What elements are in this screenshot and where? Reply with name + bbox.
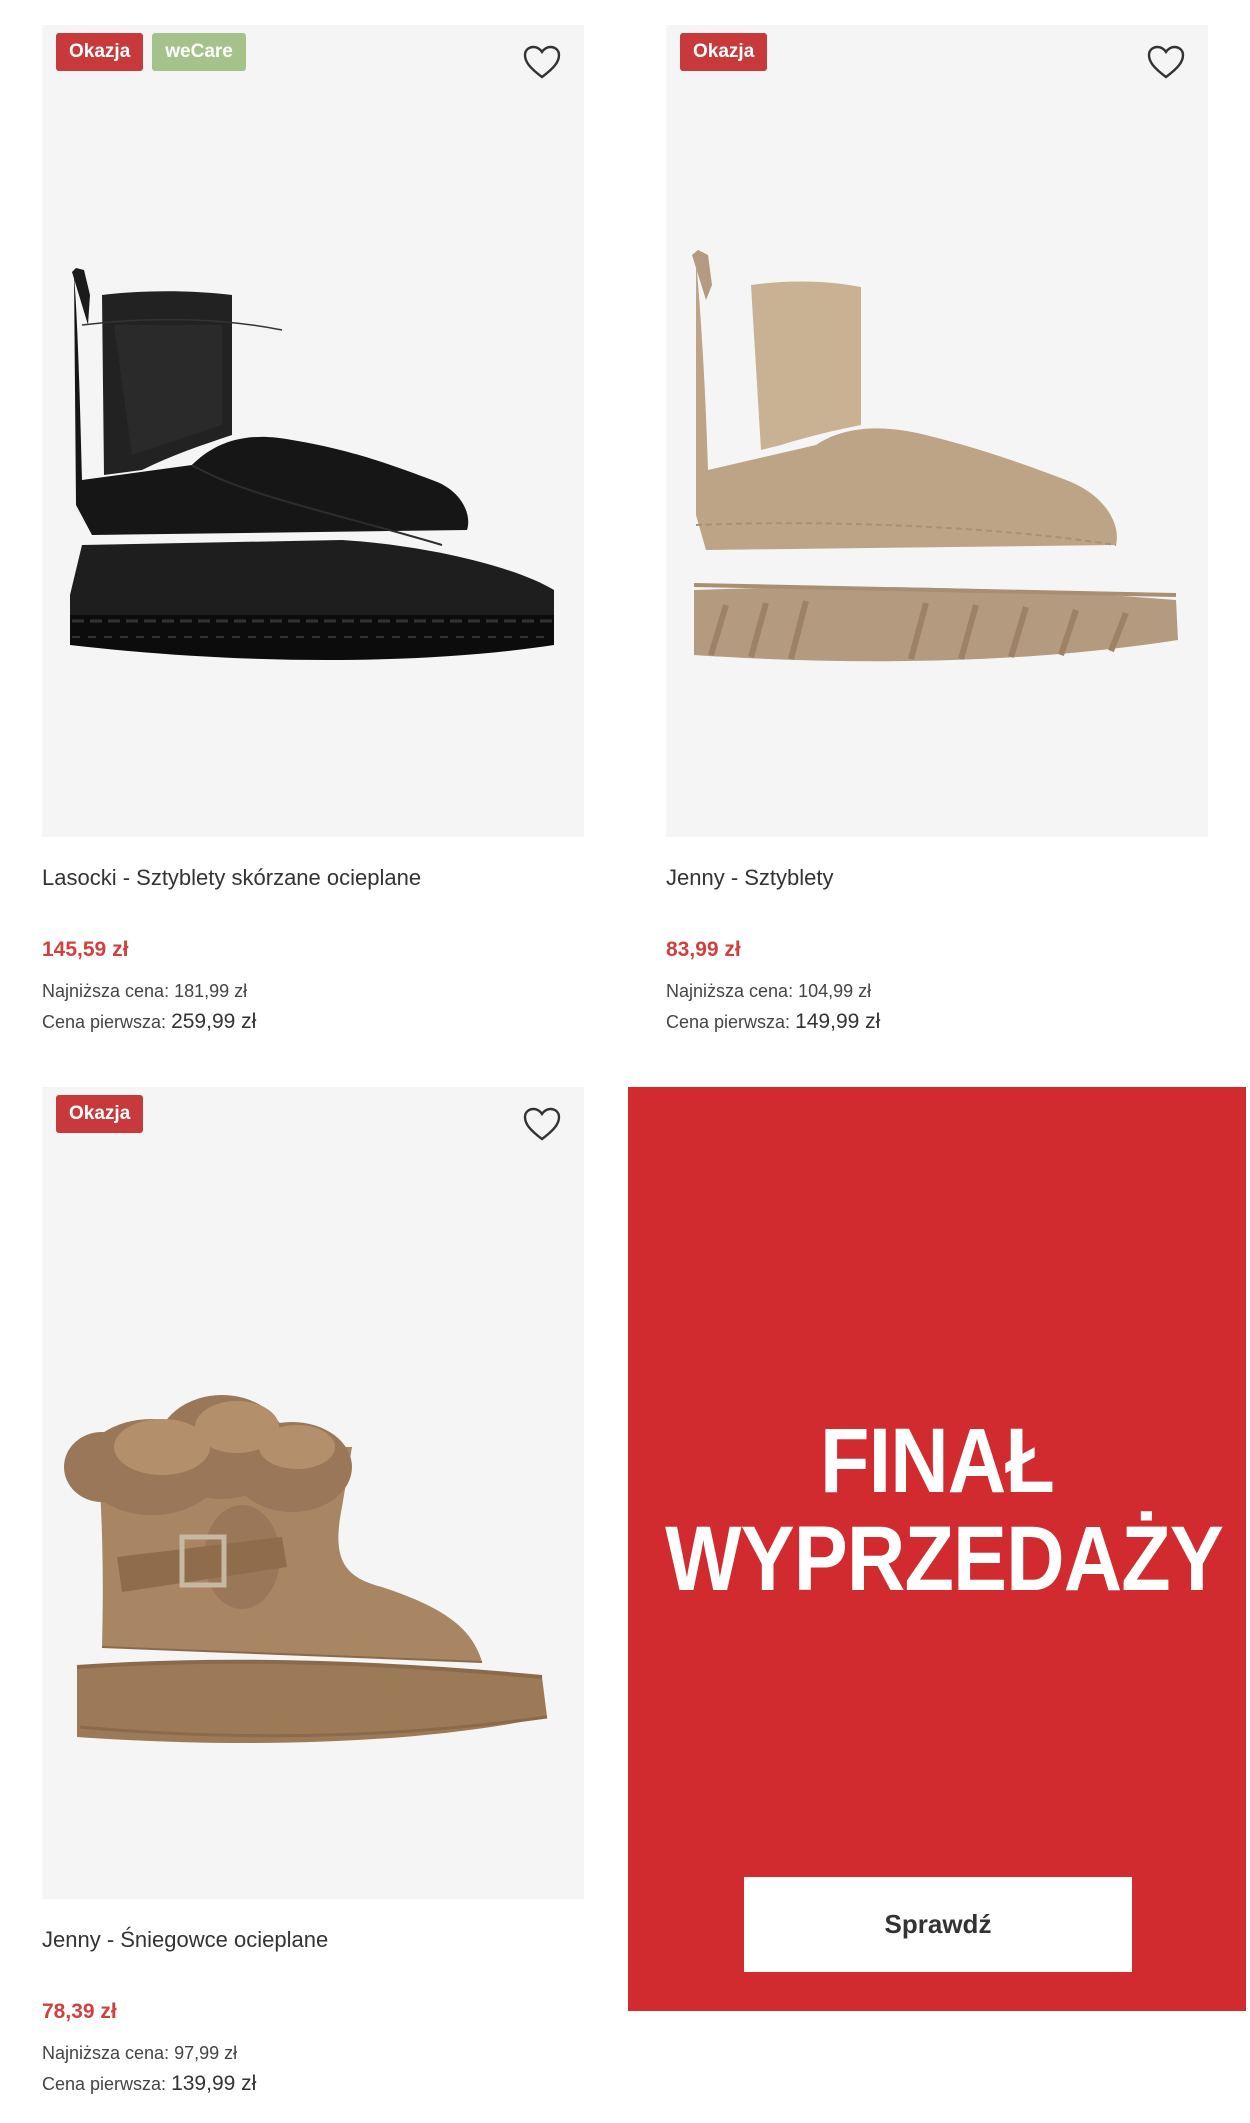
first-price: Cena pierwsza: 259,99 zł xyxy=(42,1010,256,1034)
badge-okazja: Okazja xyxy=(56,33,144,71)
product-image[interactable]: Okazja xyxy=(42,1087,584,1899)
black-chelsea-boot-image xyxy=(70,268,554,660)
product-title[interactable]: Lasocki - Sztyblety skórzane ocieplane xyxy=(42,865,421,891)
lowest-price-value: 97,99 zł xyxy=(174,2043,238,2063)
first-price-value: 139,99 zł xyxy=(171,2072,257,2095)
product-price: 83,99 zł xyxy=(666,938,741,961)
lowest-price: Najniższa cena: 97,99 zł xyxy=(42,2043,237,2064)
first-price: Cena pierwsza: 139,99 zł xyxy=(42,2072,256,2096)
promo-headline: FINAŁ WYPRZEDAŻY xyxy=(665,1410,1224,1610)
lowest-price-label: Najniższa cena: xyxy=(666,981,794,1001)
badge-wecare: weCare xyxy=(152,33,246,71)
product-card[interactable]: Okazja Jenny - Sztyblety 83,99 zł Najniż… xyxy=(666,25,1208,1035)
promo-banner[interactable]: FINAŁ WYPRZEDAŻY Sprawdź xyxy=(628,1087,1246,2011)
first-price-value: 259,99 zł xyxy=(171,1010,257,1033)
heart-icon[interactable] xyxy=(522,43,562,83)
product-card[interactable]: Okazja weCare Lasocki - Sztyblety skórza… xyxy=(42,25,584,1035)
lowest-price-value: 181,99 zł xyxy=(174,981,248,1001)
product-price: 78,39 zł xyxy=(42,2000,117,2023)
promo-headline-line1: FINAŁ xyxy=(820,1410,1055,1512)
badge-okazja: Okazja xyxy=(680,33,768,71)
beige-chelsea-boot-image xyxy=(692,250,1178,662)
promo-headline-line2: WYPRZEDAŻY xyxy=(665,1508,1224,1610)
lowest-price: Najniższa cena: 104,99 zł xyxy=(666,981,871,1002)
lowest-price-label: Najniższa cena: xyxy=(42,2043,170,2063)
product-price: 145,59 zł xyxy=(42,938,129,961)
heart-icon[interactable] xyxy=(1146,43,1186,83)
first-price-value: 149,99 zł xyxy=(795,1010,881,1033)
first-price-label: Cena pierwsza: xyxy=(42,1012,167,1032)
check-button[interactable]: Sprawdź xyxy=(744,1877,1132,1972)
first-price: Cena pierwsza: 149,99 zł xyxy=(666,1010,880,1034)
lowest-price: Najniższa cena: 181,99 zł xyxy=(42,981,247,1002)
heart-icon[interactable] xyxy=(522,1105,562,1145)
badge-okazja: Okazja xyxy=(56,1095,144,1133)
product-card[interactable]: Okazja Jenny - Śniegowce ocieplane 78,39… xyxy=(42,1087,584,2097)
first-price-label: Cena pierwsza: xyxy=(42,2074,167,2094)
product-title[interactable]: Jenny - Sztyblety xyxy=(666,865,834,891)
first-price-label: Cena pierwsza: xyxy=(666,1012,791,1032)
snow-boot-image xyxy=(64,1395,548,1743)
product-title[interactable]: Jenny - Śniegowce ocieplane xyxy=(42,1927,328,1953)
product-image[interactable]: Okazja xyxy=(666,25,1208,837)
product-image[interactable]: Okazja weCare xyxy=(42,25,584,837)
lowest-price-value: 104,99 zł xyxy=(798,981,872,1001)
lowest-price-label: Najniższa cena: xyxy=(42,981,170,1001)
